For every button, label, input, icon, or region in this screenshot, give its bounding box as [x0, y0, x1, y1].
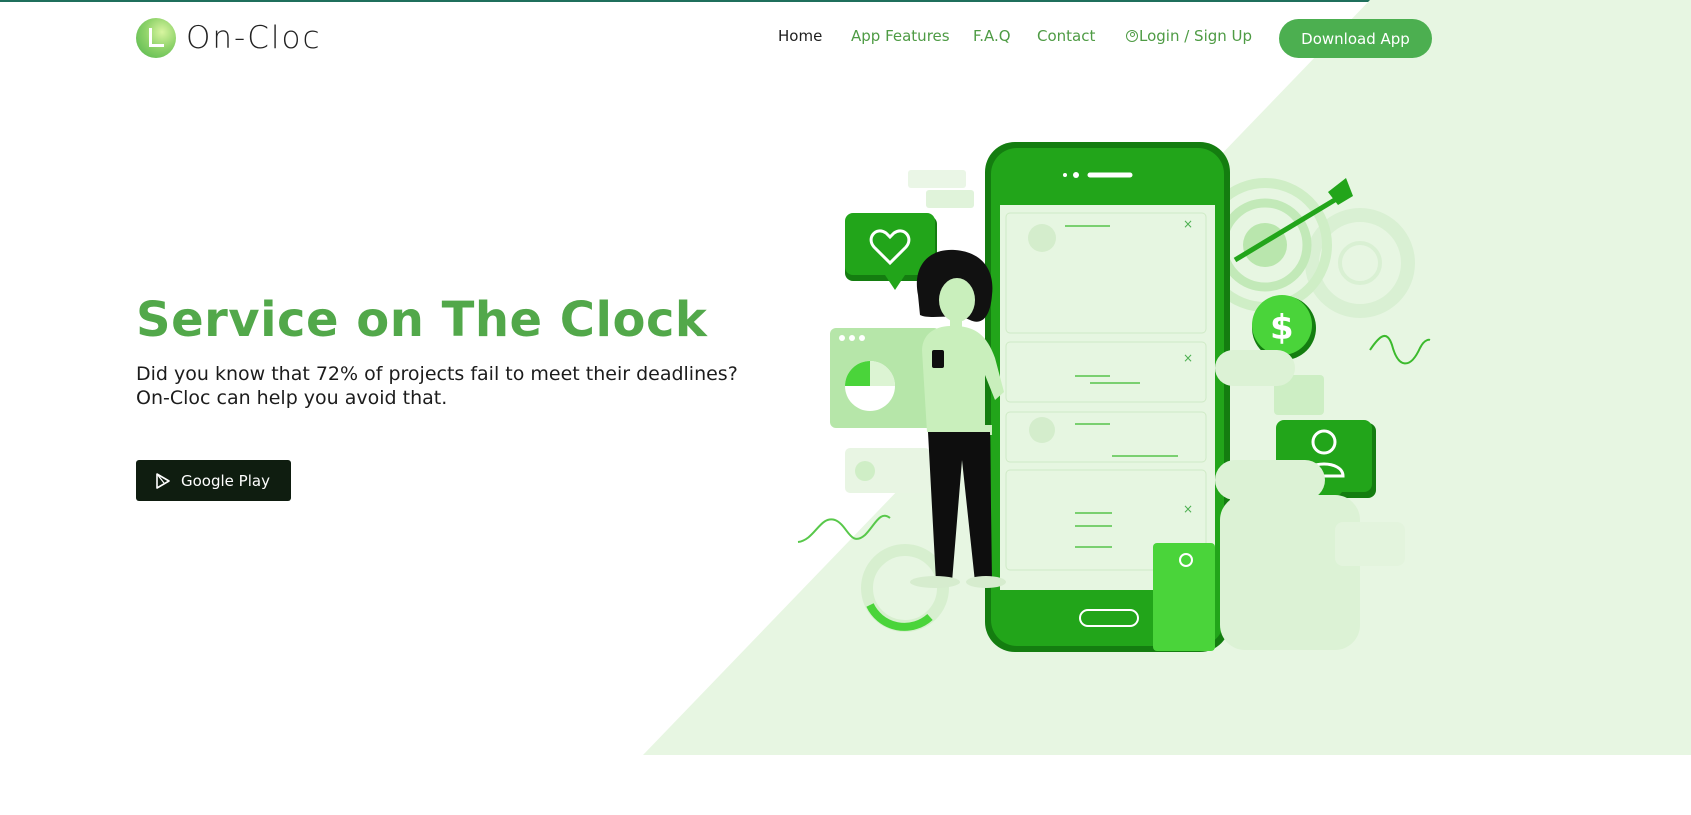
wave-line — [797, 514, 891, 543]
google-play-label: Google Play — [181, 471, 270, 490]
user-circle-icon — [1126, 30, 1138, 42]
green-card — [1153, 543, 1215, 651]
nav-contact[interactable]: Contact — [1037, 27, 1095, 45]
nav-login-label: Login / Sign Up — [1139, 27, 1253, 45]
svg-text:$: $ — [1270, 308, 1294, 348]
check-icon — [855, 461, 875, 481]
hero-subtitle: Did you know that 72% of projects fail t… — [136, 363, 738, 409]
floating-tag — [908, 170, 966, 188]
hero-illustration: × × × $ — [797, 142, 1431, 652]
logo[interactable]: On-Cloc — [136, 18, 322, 58]
google-play-icon — [156, 472, 170, 489]
logo-l-mark-icon — [136, 18, 176, 58]
brand-name: On-Cloc — [186, 20, 322, 56]
nav-faq[interactable]: F.A.Q — [973, 27, 1011, 45]
google-play-button[interactable]: Google Play — [136, 460, 291, 501]
svg-text:×: × — [1183, 502, 1193, 516]
wave-line — [1369, 335, 1431, 365]
notification-card — [1005, 411, 1207, 463]
nav-app-features[interactable]: App Features — [851, 27, 950, 45]
nav-login-signup[interactable]: Login / Sign Up — [1126, 27, 1252, 45]
floating-tag — [926, 190, 974, 208]
nav-home[interactable]: Home — [778, 27, 822, 45]
svg-text:×: × — [1183, 217, 1193, 231]
site-header: On-Cloc Home App Features F.A.Q Contact … — [0, 0, 1691, 80]
notification-card: × — [1005, 341, 1207, 403]
hero-title: Service on The Clock — [136, 292, 708, 348]
download-app-button[interactable]: Download App — [1279, 19, 1432, 58]
notification-card: × — [1005, 212, 1207, 334]
svg-text:×: × — [1183, 351, 1193, 365]
